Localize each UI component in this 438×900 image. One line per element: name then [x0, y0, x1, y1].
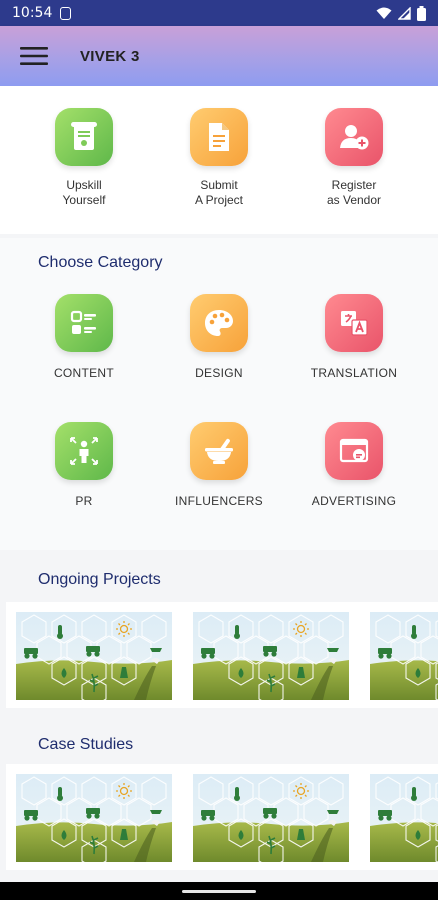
submit-project-label: Submit A Project — [194, 178, 244, 207]
agriculture-hexagon-image — [16, 612, 172, 700]
category-pr[interactable]: PR — [19, 422, 149, 508]
battery-icon — [417, 5, 426, 21]
hamburger-icon — [20, 47, 48, 65]
case-study-thumbnail[interactable] — [370, 774, 438, 862]
category-design[interactable]: DESIGN — [154, 294, 284, 380]
category-section: Choose Category CONTENT DESIGN TRANSLATI… — [0, 238, 438, 550]
app-title: VIVEK 3 — [80, 47, 140, 65]
category-design-label: DESIGN — [195, 366, 243, 380]
upskill-label: Upskill Yourself — [62, 178, 106, 207]
person-expand-icon — [55, 422, 113, 480]
case-study-thumbnail[interactable] — [16, 774, 172, 862]
add-user-icon — [325, 108, 383, 166]
agriculture-hexagon-image — [193, 612, 349, 700]
category-translation-label: TRANSLATION — [310, 366, 398, 380]
status-bar: 10:54 — [0, 0, 438, 26]
ongoing-projects-title: Ongoing Projects — [38, 571, 161, 588]
agriculture-hexagon-image — [370, 774, 438, 862]
category-influencers-label: INFLUENCERS — [175, 494, 263, 508]
status-icons — [376, 5, 426, 21]
menu-button[interactable] — [4, 26, 64, 86]
agriculture-hexagon-image — [193, 774, 349, 862]
ad-window-icon — [325, 422, 383, 480]
sim-icon — [60, 6, 72, 20]
case-studies-title: Case Studies — [38, 736, 134, 753]
certificate-icon — [55, 108, 113, 166]
app-bar: VIVEK 3 — [0, 26, 438, 86]
ongoing-projects-carousel[interactable] — [6, 602, 438, 708]
category-content-label: CONTENT — [53, 366, 115, 380]
category-influencers[interactable]: INFLUENCERS — [154, 422, 284, 508]
category-title: Choose Category — [38, 254, 163, 271]
case-studies-carousel[interactable] — [6, 764, 438, 870]
register-vendor-button[interactable]: Register as Vendor — [294, 108, 414, 208]
category-pr-label: PR — [75, 494, 93, 508]
ongoing-projects-section: Ongoing Projects — [0, 560, 438, 720]
register-vendor-label: Register as Vendor — [326, 178, 382, 207]
agriculture-hexagon-image — [370, 612, 438, 700]
navigation-bar — [0, 882, 438, 900]
signal-icon — [398, 6, 411, 20]
category-advertising-label: ADVERTISING — [311, 494, 397, 508]
project-thumbnail[interactable] — [370, 612, 438, 700]
project-thumbnail[interactable] — [193, 612, 349, 700]
submit-project-button[interactable]: Submit A Project — [159, 108, 279, 208]
quick-actions: Upskill Yourself Submit A Project Regist… — [0, 86, 438, 234]
home-gesture-handle[interactable] — [182, 890, 256, 893]
document-icon — [190, 108, 248, 166]
case-studies-section: Case Studies — [0, 722, 438, 882]
category-advertising[interactable]: ADVERTISING — [289, 422, 419, 508]
wifi-icon — [376, 7, 392, 19]
upskill-button[interactable]: Upskill Yourself — [24, 108, 144, 208]
project-thumbnail[interactable] — [16, 612, 172, 700]
checklist-icon — [55, 294, 113, 352]
case-study-thumbnail[interactable] — [193, 774, 349, 862]
palette-icon — [190, 294, 248, 352]
category-translation[interactable]: TRANSLATION — [289, 294, 419, 380]
category-content[interactable]: CONTENT — [19, 294, 149, 380]
translate-icon — [325, 294, 383, 352]
mortar-icon — [190, 422, 248, 480]
status-time: 10:54 — [12, 5, 53, 21]
agriculture-hexagon-image — [16, 774, 172, 862]
